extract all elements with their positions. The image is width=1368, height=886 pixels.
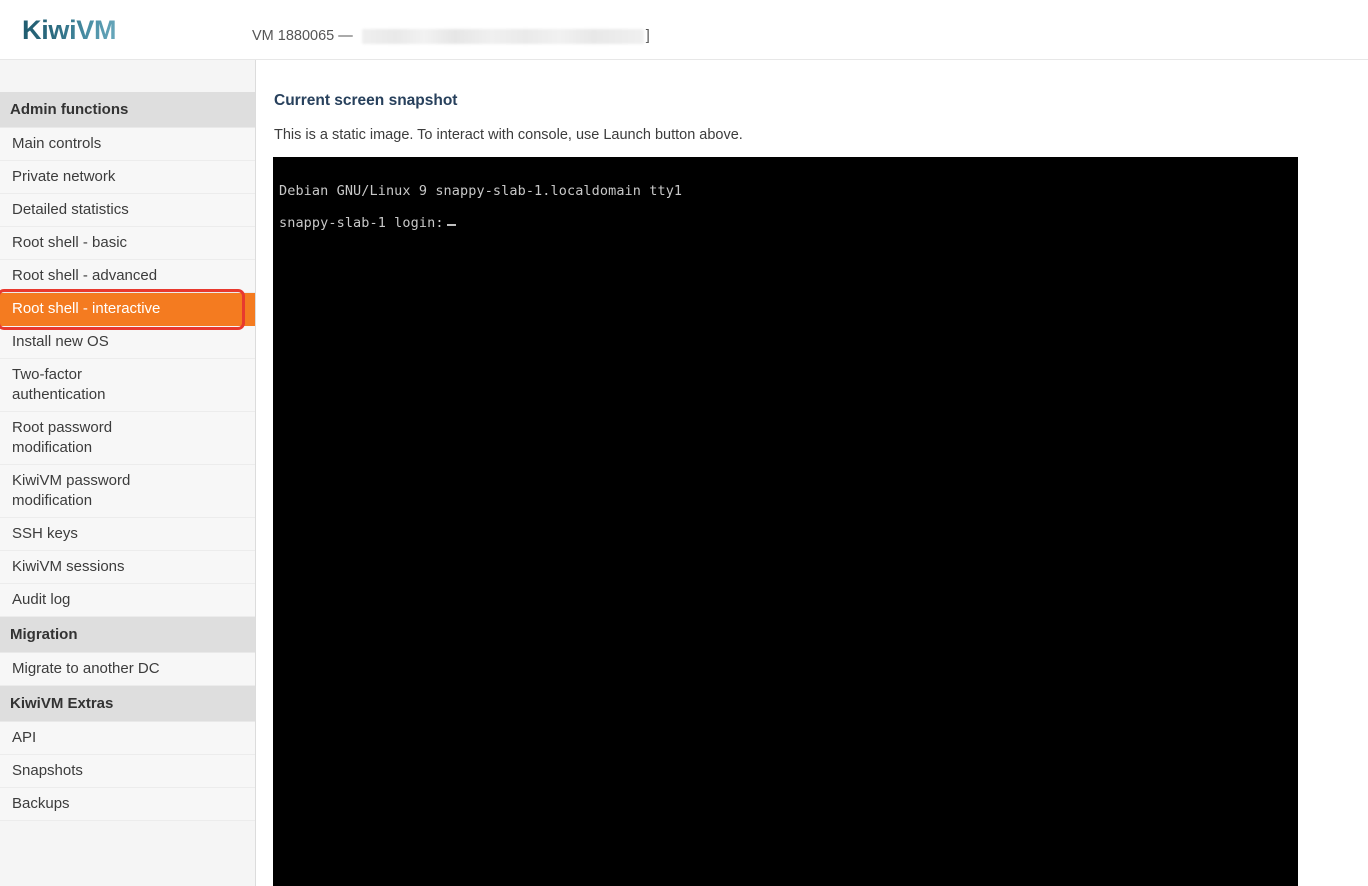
sidebar-item-root-shell-interactive[interactable]: Root shell - interactive bbox=[0, 293, 255, 326]
vm-title-bar: VM 1880065 — ] bbox=[252, 28, 650, 44]
sidebar-item-snapshots[interactable]: Snapshots bbox=[0, 755, 255, 788]
sidebar-item-api[interactable]: API bbox=[0, 722, 255, 755]
sidebar-item-root-shell-basic[interactable]: Root shell - basic bbox=[0, 227, 255, 260]
sidebar-item-backups[interactable]: Backups bbox=[0, 788, 255, 821]
sidebar-item-detailed-statistics[interactable]: Detailed statistics bbox=[0, 194, 255, 227]
sidebar-item-root-shell-advanced[interactable]: Root shell - advanced bbox=[0, 260, 255, 293]
sidebar: Admin functions Main controls Private netw… bbox=[0, 60, 256, 886]
brand-logo[interactable]: KiwiVM bbox=[22, 15, 117, 46]
vm-id-label: VM 1880065 — bbox=[252, 28, 353, 44]
sidebar-item-main-controls[interactable]: Main controls bbox=[0, 128, 255, 161]
app-header: KiwiVM VM 1880065 — ] bbox=[0, 0, 1368, 60]
sidebar-item-kiwivm-sessions[interactable]: KiwiVM sessions bbox=[0, 551, 255, 584]
sidebar-item-root-password-modification[interactable]: Root password modification bbox=[0, 412, 255, 465]
main-content: Current screen snapshot This is a static… bbox=[257, 60, 1368, 886]
sidebar-sections: Admin functions Main controls Private netw… bbox=[0, 92, 255, 821]
sidebar-item-install-new-os[interactable]: Install new OS bbox=[0, 326, 255, 359]
console-login-prompt: snappy-slab-1 login: bbox=[279, 215, 444, 231]
sidebar-item-audit-log[interactable]: Audit log bbox=[0, 584, 255, 617]
sidebar-item-private-network[interactable]: Private network bbox=[0, 161, 255, 194]
console-cursor bbox=[446, 224, 456, 226]
sidebar-group: Migrate to another DC bbox=[0, 653, 255, 686]
page-description: This is a static image. To interact with… bbox=[274, 127, 743, 143]
sidebar-item-two-factor-authentication[interactable]: Two-factor authentication bbox=[0, 359, 255, 412]
console-line-with-cursor: snappy-slab-1 login: bbox=[275, 207, 1298, 239]
vm-name-redacted bbox=[361, 28, 644, 44]
sidebar-item-migrate-to-another-dc[interactable]: Migrate to another DC bbox=[0, 653, 255, 686]
sidebar-section-header: Admin functions bbox=[0, 92, 255, 128]
sidebar-item-kiwivm-password-modification[interactable]: KiwiVM password modification bbox=[0, 465, 255, 518]
sidebar-group: Main controls Private network Detailed sta… bbox=[0, 128, 255, 617]
console-screenshot[interactable]: Debian GNU/Linux 9 snappy-slab-1.localdo… bbox=[273, 157, 1298, 886]
sidebar-section-header: KiwiVM Extras bbox=[0, 686, 255, 722]
console-line: Debian GNU/Linux 9 snappy-slab-1.localdo… bbox=[279, 183, 683, 199]
sidebar-item-ssh-keys[interactable]: SSH keys bbox=[0, 518, 255, 551]
sidebar-section-header: Migration bbox=[0, 617, 255, 653]
vm-name-bracket: ] bbox=[645, 28, 650, 44]
sidebar-top-spacer bbox=[0, 60, 255, 92]
sidebar-group: API Snapshots Backups bbox=[0, 722, 255, 821]
page-title: Current screen snapshot bbox=[274, 92, 458, 109]
